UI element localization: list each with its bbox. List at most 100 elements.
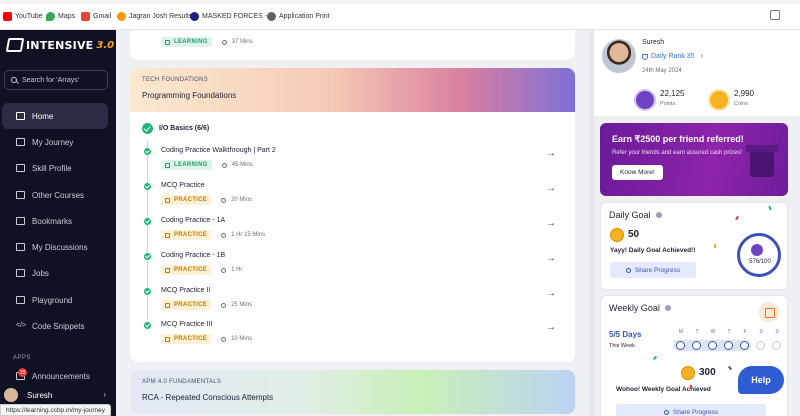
status-url: https://learning.ccbp.in/my-journey xyxy=(0,404,111,416)
lesson-title: Coding Practice Walkthrough | Part 2 xyxy=(161,147,276,154)
logo-icon xyxy=(5,38,25,52)
star-icon xyxy=(634,89,656,111)
badge-icon xyxy=(751,244,763,256)
weekly-share-progress-button[interactable]: Share Progress xyxy=(616,404,766,416)
lesson-title: MCQ Practice II xyxy=(161,287,211,294)
info-icon[interactable] xyxy=(655,212,662,218)
sidebar-item-jobs[interactable]: Jobs xyxy=(2,260,108,286)
user-menu[interactable]: Suresh › xyxy=(0,387,116,403)
book-icon xyxy=(165,162,170,168)
bookmark-masked-forces[interactable]: MASKED FORCES -... xyxy=(190,9,273,23)
arrow-right-icon[interactable]: → xyxy=(546,218,556,229)
clock-icon xyxy=(221,162,227,168)
lesson-title: MCQ Practice III xyxy=(161,321,213,328)
day-check-icon xyxy=(676,341,685,350)
sidebar-item-bookmarks[interactable]: Bookmarks xyxy=(2,208,108,234)
terminal-icon xyxy=(16,296,25,304)
check-circle-icon xyxy=(144,218,151,225)
address-bar-edge xyxy=(0,0,800,4)
all-bookmarks-icon[interactable] xyxy=(770,10,780,20)
sidebar-item-my-discussions[interactable]: My Discussions xyxy=(2,234,108,260)
check-circle-icon xyxy=(144,183,151,190)
group-io-basics[interactable]: I/O Basics (6/6) xyxy=(142,123,209,134)
practice-tag: PRACTICE xyxy=(161,334,212,344)
clock-icon xyxy=(221,39,227,45)
coins-value: 2,990 xyxy=(734,89,755,98)
know-more-button[interactable]: Know More! xyxy=(612,165,663,180)
journey-icon xyxy=(16,138,25,146)
arrow-right-icon[interactable]: → xyxy=(546,322,556,333)
help-button[interactable]: Help xyxy=(738,366,784,394)
code-icon: </> xyxy=(16,322,27,329)
bookmark-maps[interactable]: Maps xyxy=(46,9,75,23)
sidebar-item-home[interactable]: Home xyxy=(2,103,108,129)
user-name: Suresh xyxy=(27,390,53,400)
sidebar-item-other-courses[interactable]: Other Courses xyxy=(2,182,108,208)
section-header[interactable]: TECH FOUNDATIONS Programming Foundations xyxy=(130,68,575,112)
clipboard-icon xyxy=(165,336,170,342)
clock-icon xyxy=(221,336,227,342)
previous-lesson-card[interactable]: LEARNING 37 Mins xyxy=(130,30,575,60)
bookmark-gmail[interactable]: Gmail xyxy=(81,9,111,23)
sidebar-item-code-snippets[interactable]: </> Code Snippets xyxy=(2,313,108,339)
referral-banner: Earn ₹2500 per friend referred! Refer yo… xyxy=(600,123,788,196)
day-check-icon xyxy=(692,341,701,350)
arrow-right-icon[interactable]: → xyxy=(546,148,556,159)
arrow-right-icon[interactable]: → xyxy=(546,288,556,299)
logo-text: INTENSIVE xyxy=(26,38,94,52)
search-icon xyxy=(11,77,17,83)
duration: 45 Mins xyxy=(221,162,253,168)
daily-goal-card: Daily Goal 50 Yayy! Daily Goal Achieved!… xyxy=(600,202,788,290)
weekly-goal-message: Wohoo! Weekly Goal Achieved xyxy=(616,386,711,393)
maps-icon xyxy=(46,11,55,21)
daily-rank-link[interactable]: Daily Rank 35 › xyxy=(642,53,703,60)
skill-profile-icon xyxy=(16,164,25,172)
clock-icon xyxy=(221,267,227,273)
bookmark-icon xyxy=(16,217,25,225)
sidebar-item-playground[interactable]: Playground xyxy=(2,287,108,313)
day-label: T xyxy=(727,329,731,335)
duration: 25 Mins xyxy=(221,302,252,308)
clock-icon xyxy=(221,197,227,203)
check-circle-icon xyxy=(144,288,151,295)
confetti xyxy=(690,385,692,389)
bookmark-application-print[interactable]: Application Print xyxy=(267,9,330,23)
sidebar-item-my-journey[interactable]: My Journey xyxy=(2,129,108,155)
lesson-title: MCQ Practice xyxy=(161,182,205,189)
lesson-title: Coding Practice - 1B xyxy=(161,252,226,259)
confetti xyxy=(714,244,716,248)
youtube-icon xyxy=(3,11,12,21)
calendar-icon xyxy=(759,302,779,322)
check-circle-icon xyxy=(144,148,151,155)
logo[interactable]: INTENSIVE 3.0 xyxy=(5,38,114,52)
main-content: LEARNING 37 Mins TECH FOUNDATIONS Progra… xyxy=(116,30,590,416)
info-icon[interactable] xyxy=(664,305,671,311)
book-icon xyxy=(16,191,25,199)
briefcase-icon xyxy=(16,269,25,277)
check-circle-icon xyxy=(142,123,153,134)
bookmark-jagran-josh[interactable]: Jagran Josh Results xyxy=(117,9,192,23)
arrow-right-icon[interactable]: → xyxy=(546,183,556,194)
day-label: M xyxy=(678,329,684,335)
daily-goal-title: Daily Goal xyxy=(609,210,662,220)
section-title: Programming Foundations xyxy=(142,91,237,100)
section-header[interactable]: XPM 4.0 FUNDAMENTALS RCA - Repeated Cons… xyxy=(130,370,575,414)
home-icon xyxy=(16,112,25,120)
arrow-right-icon[interactable]: → xyxy=(546,253,556,264)
search-input[interactable]: Search for 'Arrays' xyxy=(4,70,108,90)
profile-avatar[interactable] xyxy=(602,39,636,73)
announcements-badge: 19 xyxy=(18,368,27,377)
coin-icon xyxy=(708,89,730,111)
sidebar-item-skill-profile[interactable]: Skill Profile xyxy=(2,155,108,181)
practice-tag: PRACTICE xyxy=(161,195,212,205)
sidebar-item-announcements[interactable]: Announcements xyxy=(2,363,108,389)
daily-share-progress-button[interactable]: Share Progress xyxy=(610,262,696,278)
weekly-days: 5/5 Days xyxy=(609,330,642,339)
clock-icon xyxy=(221,302,227,308)
bookmark-youtube[interactable]: YouTube xyxy=(3,9,43,23)
bookmarks-bar: YouTube Maps Gmail Jagran Josh Results M… xyxy=(0,0,800,30)
weekly-goal-title: Weekly Goal xyxy=(609,303,671,313)
practice-tag: PRACTICE xyxy=(161,230,212,240)
trophy-icon xyxy=(642,53,648,60)
day-check-icon xyxy=(708,341,717,350)
